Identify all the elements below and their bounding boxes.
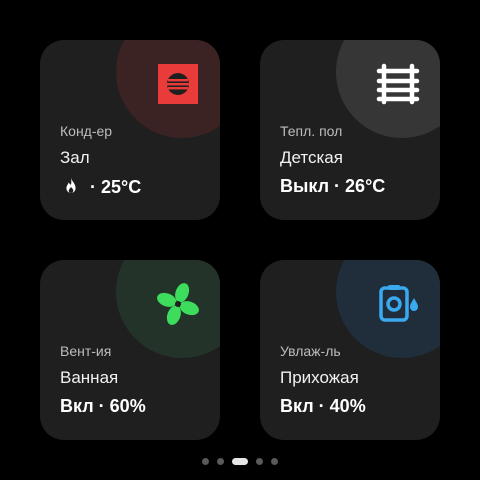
status-separator: ·: [90, 176, 96, 197]
room-name: Прихожая: [280, 368, 359, 387]
room-name: Ванная: [60, 368, 119, 387]
status-separator: ·: [334, 176, 341, 196]
fan-icon[interactable]: [156, 282, 200, 326]
status-state: Вкл: [280, 396, 314, 416]
page-dot[interactable]: [217, 457, 224, 465]
device-status: Вкл · 60%: [60, 396, 146, 417]
device-type: Тепл. пол: [280, 123, 343, 139]
status-value: 25°C: [101, 176, 142, 197]
heated-floor-icon[interactable]: [376, 62, 420, 106]
status-state: Вкл: [60, 396, 94, 416]
air-conditioner-icon[interactable]: [156, 62, 200, 106]
status-separator: ·: [318, 396, 325, 416]
device-status: · 25°C: [60, 176, 141, 198]
room-name: Зал: [60, 148, 90, 167]
page-dot[interactable]: [271, 457, 278, 465]
status-separator: ·: [98, 396, 105, 416]
page-dot[interactable]: [256, 457, 263, 465]
page-dot-active[interactable]: [232, 457, 248, 465]
device-type: Вент-ия: [60, 343, 112, 359]
room-name: Детская: [280, 148, 343, 167]
device-status: Выкл · 26°C: [280, 176, 385, 197]
device-status: Вкл · 40%: [280, 396, 366, 417]
device-tile-air-conditioner[interactable]: Конд-ер Зал · 25°C: [40, 40, 220, 220]
page-dot[interactable]: [202, 457, 209, 465]
humidifier-icon[interactable]: [376, 282, 420, 326]
device-type: Конд-ер: [60, 123, 113, 139]
status-state: Выкл: [280, 176, 330, 196]
device-tile-heated-floor[interactable]: Тепл. пол Детская Выкл · 26°C: [260, 40, 440, 220]
status-value: 40%: [329, 396, 366, 416]
flame-icon: [60, 176, 82, 198]
device-tile-ventilation[interactable]: Вент-ия Ванная Вкл · 60%: [40, 260, 220, 440]
device-type: Увлаж-ль: [280, 343, 341, 359]
status-value: 60%: [109, 396, 146, 416]
page-indicator[interactable]: [0, 456, 480, 466]
device-tile-humidifier[interactable]: Увлаж-ль Прихожая Вкл · 40%: [260, 260, 440, 440]
status-value: 26°C: [345, 176, 386, 196]
